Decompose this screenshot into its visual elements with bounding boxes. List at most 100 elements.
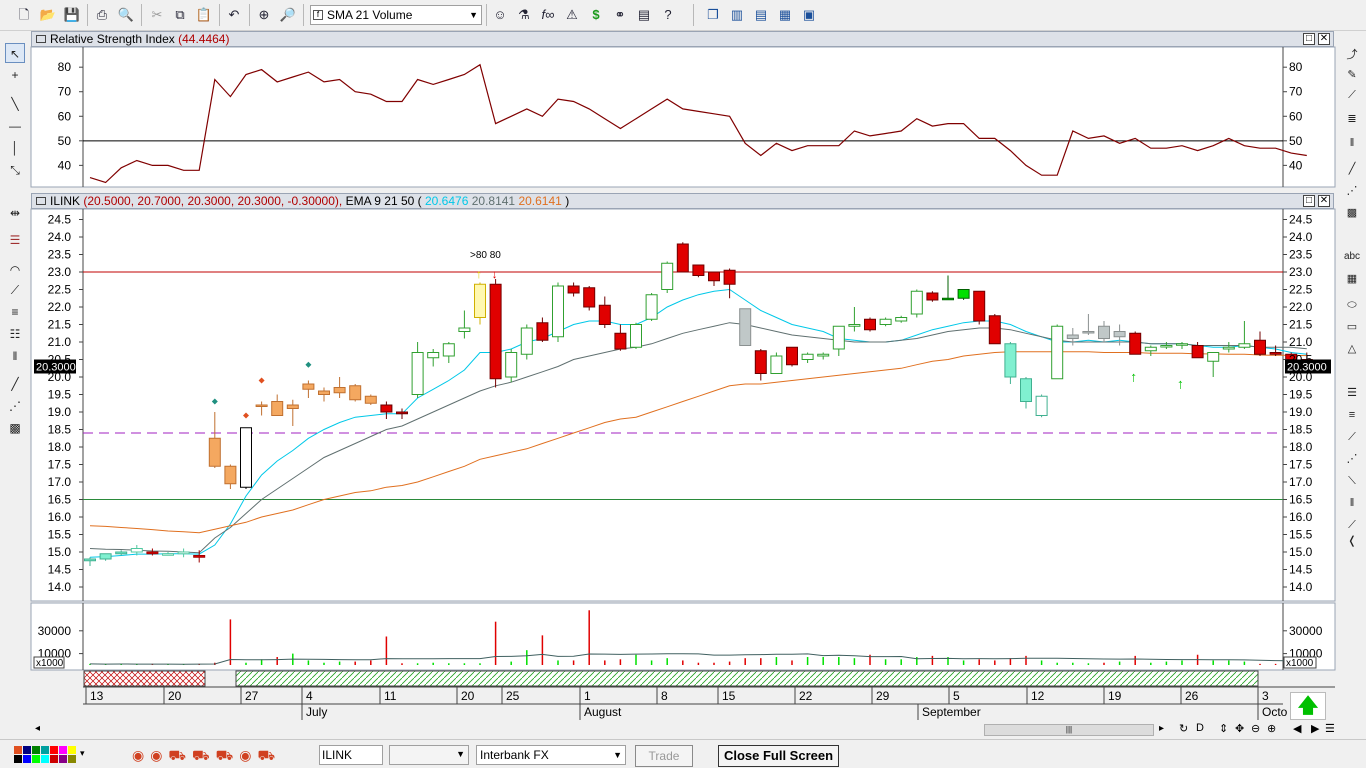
- rsi-tick-label-right: 60: [1289, 109, 1303, 123]
- candle-body: [1222, 346, 1235, 350]
- symbol-input[interactable]: ILINK: [319, 745, 383, 765]
- zoom-in-icon[interactable]: ⊕: [1267, 722, 1276, 735]
- price-tick-label-left: 18.0: [48, 440, 72, 454]
- candle-body: [240, 427, 252, 488]
- candle-body: [598, 304, 611, 325]
- candle-body: [1207, 352, 1220, 362]
- price-tick-label-right: 16.5: [1289, 493, 1313, 507]
- scroll-to-end-icon[interactable]: 🡅: [1290, 692, 1326, 720]
- color-palette[interactable]: ▾: [14, 746, 98, 763]
- candle-body: [177, 551, 190, 555]
- candle-body: [1004, 343, 1017, 378]
- candle-body: [614, 332, 627, 350]
- browser-shortcuts[interactable]: ◉◉⛟⛟⛟◉⛟: [132, 745, 302, 765]
- candle-body: [1191, 345, 1204, 359]
- scroll-right-icon[interactable]: ▸: [1159, 723, 1164, 734]
- price-tick-label-right: 24.0: [1289, 230, 1313, 244]
- candle-body: [255, 404, 268, 407]
- price-tick-label-left: 24.0: [48, 230, 72, 244]
- chevron-down-icon: ▼: [456, 749, 465, 759]
- candle-body: [271, 401, 284, 416]
- candle-body: [1254, 339, 1266, 355]
- price-tick-label-left: 23.0: [48, 265, 72, 279]
- price-tick-label-left: 14.0: [48, 580, 72, 594]
- candle-body: [146, 551, 159, 555]
- date-range-bar-red: [83, 670, 206, 687]
- candle-body: [973, 290, 986, 322]
- vertical-resize-icon[interactable]: ⇕: [1219, 722, 1228, 735]
- price-tick-label-left: 16.5: [48, 493, 72, 507]
- scroll-left-icon[interactable]: ◂: [35, 723, 40, 734]
- price-tick-label-left: 21.5: [48, 318, 72, 332]
- signal-arrow-yellow: ↑: [476, 267, 482, 281]
- price-tick-label-right: 14.0: [1289, 580, 1313, 594]
- next-icon[interactable]: ▶: [1311, 722, 1319, 735]
- rsi-tick-label-right: 70: [1289, 85, 1303, 99]
- price-tick-label-left: 17.0: [48, 475, 72, 489]
- feed-select[interactable]: Interbank FX ▼: [476, 745, 626, 765]
- candle-body: [583, 287, 596, 308]
- chart-canvas[interactable]: >80 80 ↑ ↓ ↑ ↑ 80 80 70 70 60 60 50 50 40 40 24.5 24.5 2…: [0, 0, 1366, 768]
- bottom-bar: ▾ ◉◉⛟⛟⛟◉⛟ ILINK ▼ Interbank FX ▼ Trade C…: [0, 739, 1366, 768]
- candle-body: [957, 289, 970, 299]
- candle-body: [286, 404, 299, 409]
- candle-body: [380, 404, 393, 413]
- candle-body: [910, 290, 923, 315]
- volume-tick-label-right: 30000: [1289, 624, 1323, 638]
- candle-body: [801, 353, 814, 360]
- candle-body: [474, 283, 486, 318]
- candle-body: [832, 325, 845, 350]
- candle-body: [442, 343, 455, 357]
- candle-body: [942, 297, 954, 301]
- refresh-icon[interactable]: ↻: [1179, 722, 1188, 735]
- list-icon[interactable]: ☰: [1325, 722, 1335, 735]
- scrollbar-thumb[interactable]: |||: [984, 724, 1154, 736]
- rsi-tick-label-left: 40: [58, 158, 72, 172]
- buy-arrow: ↑: [1177, 375, 1184, 391]
- candle-body: [396, 411, 408, 415]
- d-icon[interactable]: D: [1196, 722, 1204, 734]
- candle-body: [786, 346, 798, 366]
- candle-body: [1082, 331, 1095, 334]
- candle-body: [458, 327, 471, 332]
- rsi-tick-label-left: 50: [58, 134, 72, 148]
- candle-body: [1035, 395, 1048, 416]
- move-icon[interactable]: ✥: [1235, 722, 1244, 735]
- prev-icon[interactable]: ◀: [1293, 722, 1301, 735]
- price-tick-label-right: 18.0: [1289, 440, 1313, 454]
- rsi-tick-label-right: 40: [1289, 158, 1303, 172]
- close-full-screen-button[interactable]: Close Full Screen: [718, 745, 839, 767]
- rsi-tick-label-right: 50: [1289, 134, 1303, 148]
- price-tick-label-right: 22.5: [1289, 283, 1313, 297]
- candle-body: [988, 315, 1001, 345]
- candle-body: [895, 317, 908, 322]
- candle-body: [489, 283, 502, 380]
- rsi-tick-label-right: 80: [1289, 60, 1303, 74]
- candle-body: [692, 264, 705, 276]
- trade-button[interactable]: Trade: [635, 745, 693, 767]
- candle-body: [926, 292, 939, 301]
- candle-body: [723, 269, 736, 285]
- candle-body: [879, 318, 892, 325]
- candle-body: [1238, 343, 1251, 348]
- price-tick-label-left: 23.5: [48, 248, 72, 262]
- zoom-out-icon[interactable]: ⊖: [1251, 722, 1260, 735]
- candle-body: [754, 350, 767, 374]
- period-select[interactable]: ▼: [389, 745, 469, 765]
- last-price-label-right: 20.3000: [1287, 362, 1327, 374]
- signal-annotation: >80 80: [470, 250, 501, 261]
- chevron-down-icon: ▾: [80, 748, 85, 758]
- price-tick-label-right: 15.0: [1289, 545, 1313, 559]
- candle-body: [349, 385, 362, 401]
- candle-body: [427, 352, 440, 359]
- chevron-down-icon: ▼: [613, 750, 622, 760]
- feed-select-value: Interbank FX: [480, 748, 549, 762]
- date-range-bar-green: [235, 670, 1259, 687]
- candle-body: [411, 352, 424, 395]
- price-tick-label-right: 19.0: [1289, 405, 1313, 419]
- candle-body: [567, 285, 580, 294]
- candle-body: [1098, 325, 1110, 339]
- candle-body: [162, 553, 174, 556]
- horizontal-scroll-area[interactable]: ◂ ||| ▸ ↻ D ⇕ ✥ ⊖ ⊕ ◀ ▶ ☰: [31, 722, 1335, 738]
- price-tick-label-left: 18.5: [48, 423, 72, 437]
